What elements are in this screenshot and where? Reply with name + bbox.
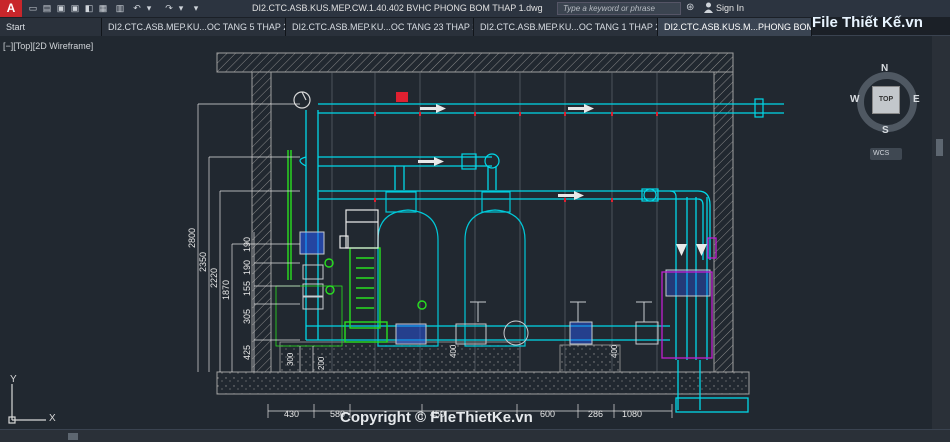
compass-south[interactable]: S <box>882 125 889 136</box>
watermark-logo: File Thiết Kế.vn <box>812 14 923 31</box>
ucs-y-label: Y <box>10 374 17 385</box>
dim-600: 600 <box>540 409 555 419</box>
compass-north[interactable]: N <box>881 63 888 74</box>
dim-430: 430 <box>284 409 299 419</box>
pipe-fittings <box>299 98 764 202</box>
dim-1080: 1080 <box>622 409 642 419</box>
horizontal-scrollbar[interactable] <box>0 429 950 442</box>
dim-286: 286 <box>588 409 603 419</box>
wcs-menu[interactable]: WCS <box>870 148 902 160</box>
scroll-thumb[interactable] <box>68 433 78 440</box>
dim-190b: 190 <box>242 260 252 275</box>
pressure-gauge <box>293 91 311 109</box>
control-panel <box>661 237 717 359</box>
dim-200: 200 <box>317 356 326 370</box>
dim-2220: 2220 <box>209 268 219 288</box>
red-valve-icon <box>396 92 408 102</box>
dim-305: 305 <box>242 309 252 324</box>
viewcube-top-face[interactable]: TOP <box>872 86 900 114</box>
dim-2350: 2350 <box>198 252 208 272</box>
scroll-thumb[interactable] <box>936 139 943 156</box>
grid-lines <box>331 72 658 372</box>
ucs-icon <box>8 384 46 424</box>
compass-west[interactable]: W <box>850 94 859 105</box>
flow-arrows <box>418 104 707 256</box>
dim-2800: 2800 <box>187 228 197 248</box>
vertical-scrollbar[interactable] <box>932 36 950 429</box>
cad-drawing: 2800 2350 2220 1870 190 190 155 305 425 … <box>8 52 784 424</box>
pump-motor <box>339 209 379 249</box>
ucs-x-label: X <box>49 413 56 424</box>
dim-1870: 1870 <box>221 280 231 300</box>
dim-400b: 400 <box>610 344 619 358</box>
dim-155: 155 <box>242 281 252 296</box>
dim-400a: 400 <box>449 344 458 358</box>
dim-300: 300 <box>286 352 295 366</box>
autocad-window: A ▭ ▤ ▣ ▣ ◧ ▦ ▥ ↶ ▾ ↷ ▾ ▾ DI2.CTC.ASB.KU… <box>0 0 950 442</box>
compass-east[interactable]: E <box>913 94 920 105</box>
dim-190a: 190 <box>242 237 252 252</box>
watermark-copyright: Copyright © FileThietKe.vn <box>340 409 533 426</box>
pressure-tanks <box>377 191 526 347</box>
dim-425: 425 <box>242 345 252 360</box>
